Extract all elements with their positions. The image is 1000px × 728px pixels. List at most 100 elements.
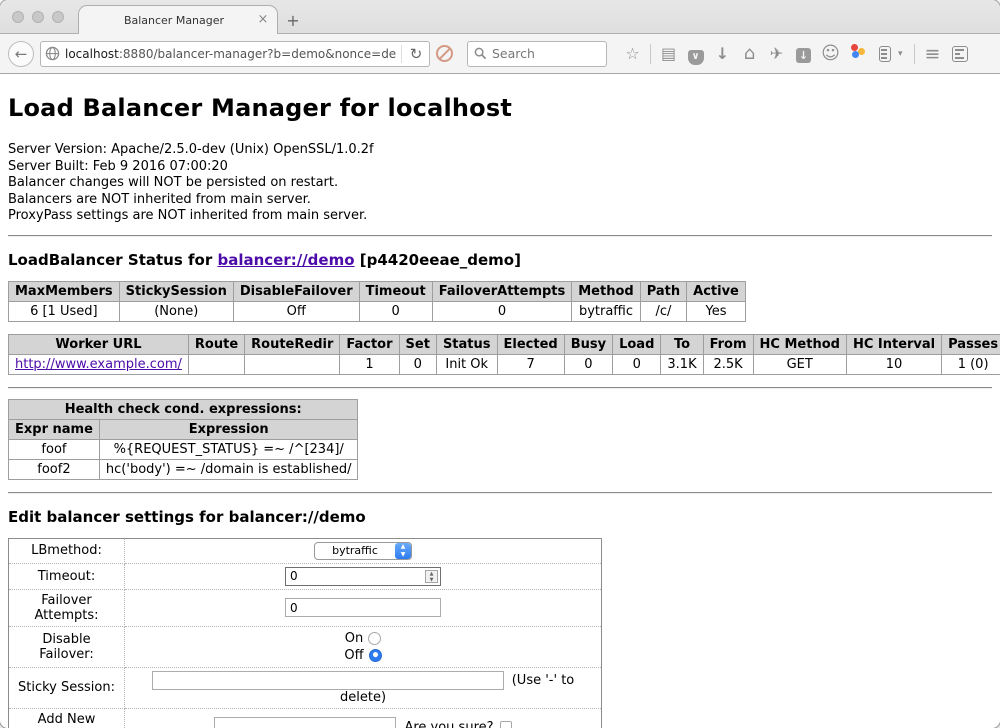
column-header: DisableFailover: [233, 281, 359, 301]
url-text[interactable]: localhost:8880/balancer-manager?b=demo&n…: [65, 47, 396, 61]
url-bar[interactable]: localhost:8880/balancer-manager?b=demo&n…: [40, 41, 430, 67]
tab-balancer-manager[interactable]: Balancer Manager ×: [78, 5, 278, 34]
minimize-window-button[interactable]: [32, 11, 44, 23]
timeout-input[interactable]: [285, 567, 441, 586]
table-cell: 2.5K: [703, 354, 753, 374]
column-header: Passes: [942, 334, 1000, 354]
site-identity-globe-icon[interactable]: [45, 46, 60, 61]
home-icon[interactable]: ⌂: [736, 41, 763, 67]
table-cell: 0: [399, 354, 436, 374]
health-table-title: Health check cond. expressions:: [9, 399, 358, 419]
lbmethod-row: LBmethod: bytraffic ▲▼: [9, 538, 602, 563]
table-cell: bytraffic: [572, 301, 640, 321]
server-info-line: ProxyPass settings are NOT inherited fro…: [8, 208, 992, 225]
zoom-window-button[interactable]: [52, 11, 64, 23]
column-header: RouteRedir: [245, 334, 340, 354]
column-header: Active: [687, 281, 746, 301]
disable-failover-row: Disable Failover: On Off: [9, 626, 602, 667]
server-info-line: Balancers are NOT inherited from main se…: [8, 192, 992, 209]
table-cell: 0: [359, 301, 432, 321]
lbmethod-select[interactable]: bytraffic ▲▼: [314, 542, 412, 560]
table-cell: 3.1K: [661, 354, 703, 374]
table-cell: [245, 354, 340, 374]
are-you-sure-checkbox[interactable]: [500, 721, 512, 728]
balancer-demo-link[interactable]: balancer://demo: [217, 251, 354, 269]
grid-panel-icon[interactable]: [946, 41, 973, 67]
table-row: foof2hc('body') =~ /domain is establishe…: [9, 459, 358, 479]
add-worker-input[interactable]: [214, 717, 396, 728]
are-you-sure-label: Are you sure?: [404, 720, 493, 728]
url-domain: localhost: [65, 47, 119, 61]
column-header: Status: [436, 334, 497, 354]
worker-url-link[interactable]: http://www.example.com/: [15, 357, 182, 372]
search-placeholder: Search: [492, 46, 535, 61]
close-window-button[interactable]: [12, 11, 24, 23]
container-icon[interactable]: [871, 41, 898, 67]
chevron-down-icon[interactable]: ▾: [898, 49, 910, 59]
expression-cell: hc('body') =~ /domain is established/: [99, 459, 358, 479]
menu-hamburger-icon[interactable]: ≡: [919, 41, 946, 67]
tab-close-icon[interactable]: ×: [255, 12, 271, 28]
add-worker-label: Add New Worker:: [9, 708, 125, 728]
column-header: Expression: [99, 419, 358, 439]
table-cell: Init Ok: [436, 354, 497, 374]
failover-attempts-input[interactable]: [285, 598, 441, 617]
column-header: Path: [640, 281, 686, 301]
table-cell: GET: [753, 354, 846, 374]
disable-failover-label: Disable Failover:: [9, 626, 125, 667]
table-cell: 6 [1 Used]: [9, 301, 120, 321]
on-radio[interactable]: [368, 632, 381, 645]
server-info-line: Server Built: Feb 9 2016 07:00:20: [8, 159, 992, 176]
bookmark-star-icon[interactable]: ☆: [619, 41, 646, 67]
send-page-icon[interactable]: ✈: [763, 41, 790, 67]
column-header: Expr name: [9, 419, 100, 439]
column-header: HC Interval: [846, 334, 941, 354]
number-spinner-icon[interactable]: ▲▼: [425, 570, 438, 583]
content-blocked-icon[interactable]: [436, 45, 453, 62]
table-cell: 0: [613, 354, 661, 374]
save-to-device-icon[interactable]: ↓: [790, 41, 817, 67]
table-cell: Yes: [687, 301, 746, 321]
table-cell: 0: [432, 301, 572, 321]
window-controls: [12, 11, 64, 23]
search-icon: [474, 47, 487, 60]
failover-attempts-label: Failover Attempts:: [9, 589, 125, 626]
navigation-toolbar: ← localhost:8880/balancer-manager?b=demo…: [0, 34, 1000, 74]
column-header: HC Method: [753, 334, 846, 354]
feedback-smiley-icon[interactable]: ☺: [817, 41, 844, 67]
expr-name-cell: foof2: [9, 459, 100, 479]
column-header: Method: [572, 281, 640, 301]
table-row: foof%{REQUEST_STATUS} =~ /^[234]/: [9, 439, 358, 459]
search-bar[interactable]: Search: [467, 41, 607, 67]
expression-cell: %{REQUEST_STATUS} =~ /^[234]/: [99, 439, 358, 459]
off-radio[interactable]: [369, 649, 382, 662]
table-cell: [188, 354, 244, 374]
table-cell: 1: [340, 354, 399, 374]
toolbar-separator: [914, 44, 915, 64]
expr-name-cell: foof: [9, 439, 100, 459]
new-tab-button[interactable]: +: [278, 8, 308, 34]
failover-attempts-row: Failover Attempts:: [9, 589, 602, 626]
reload-icon[interactable]: ↻: [407, 45, 425, 63]
sticky-session-input[interactable]: [152, 671, 504, 690]
browser-window: Balancer Manager × + ← localhost:8880/ba…: [0, 0, 1000, 728]
column-header: Elected: [497, 334, 564, 354]
column-header: Factor: [340, 334, 399, 354]
back-button[interactable]: ←: [8, 41, 34, 67]
timeout-row: Timeout: ▲▼: [9, 563, 602, 589]
column-header: To: [661, 334, 703, 354]
table-cell: 7: [497, 354, 564, 374]
status-heading: LoadBalancer Status for balancer://demo …: [8, 251, 992, 269]
on-radio-label: On: [345, 631, 363, 646]
column-header: Load: [613, 334, 661, 354]
pocket-icon[interactable]: ∨: [682, 41, 709, 67]
table-cell: (None): [119, 301, 233, 321]
downloads-icon[interactable]: ↓: [709, 41, 736, 67]
column-header: StickySession: [119, 281, 233, 301]
column-header: From: [703, 334, 753, 354]
reading-list-icon[interactable]: ▤: [655, 41, 682, 67]
off-radio-label: Off: [344, 648, 363, 663]
select-stepper-icon: ▲▼: [395, 543, 411, 559]
colored-dots-extension-icon[interactable]: [844, 41, 871, 67]
divider: [8, 492, 992, 494]
